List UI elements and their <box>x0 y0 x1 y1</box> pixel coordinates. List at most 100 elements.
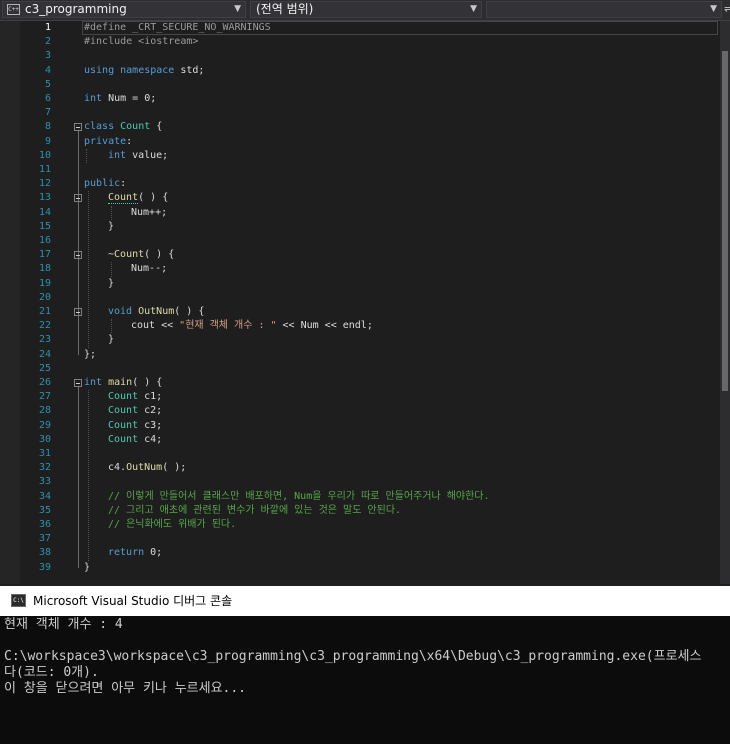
code-line[interactable]: 33 <box>0 475 720 489</box>
code-text: // 그리고 애초에 관련된 변수가 바깥에 있는 것은 말도 안된다. <box>108 504 401 518</box>
code-line[interactable]: 16 <box>0 234 720 248</box>
code-line[interactable]: 27 Count c1; <box>0 390 720 404</box>
line-number: 9 <box>44 135 51 147</box>
code-line[interactable]: 3 <box>0 49 720 63</box>
code-line[interactable]: 12 public: <box>0 177 720 191</box>
code-line[interactable]: 31 <box>0 447 720 461</box>
scope-dropdown[interactable]: (전역 범위) ▼ <box>250 1 482 18</box>
code-line[interactable]: 21 void OutNum( ) { <box>0 305 720 319</box>
code-line[interactable]: 39} <box>0 561 720 575</box>
code-line[interactable]: 5 <box>0 78 720 92</box>
code-line[interactable]: 17 ~Count( ) { <box>0 248 720 262</box>
code-line[interactable]: 11 <box>0 163 720 177</box>
code-line[interactable]: 38 return 0; <box>0 546 720 560</box>
member-dropdown[interactable]: ▼ <box>486 1 722 18</box>
line-number: 17 <box>38 249 51 261</box>
project-dropdown[interactable]: C++ c3_programming ▼ <box>2 1 246 18</box>
indent-guide <box>111 262 112 277</box>
code-text: return 0; <box>108 546 162 560</box>
code-line[interactable]: 4 using namespace std; <box>0 64 720 78</box>
code-line[interactable]: 25 <box>0 362 720 376</box>
collapse-icon[interactable] <box>74 194 82 203</box>
code-token: class <box>84 121 115 133</box>
code-token: ( ) { <box>132 377 163 388</box>
code-line[interactable]: 20 <box>0 291 720 305</box>
code-line[interactable]: 34 // 이렇게 만들어서 클래스만 배포하면, Num을 우리가 따로 만들어… <box>0 490 720 504</box>
code-token: public <box>84 178 121 190</box>
line-number: 27 <box>38 391 51 403</box>
chevron-down-icon: ▼ <box>234 4 241 14</box>
code-line[interactable]: 23} <box>0 333 720 347</box>
code-area[interactable]: 1 #define _CRT_SECURE_NO_WARNINGS 2 #includ… <box>0 21 720 584</box>
console-line: 다(코드: 0개). <box>4 665 99 680</box>
code-token: c2; <box>138 405 163 417</box>
code-line[interactable]: 22 cout << "현재 객체 개수 : " << Num << endl; <box>0 319 720 333</box>
code-token: ( ); <box>162 462 187 474</box>
code-line[interactable]: 1 #define _CRT_SECURE_NO_WARNINGS <box>0 21 720 35</box>
code-line[interactable]: 6 int Num = 0; <box>0 92 720 106</box>
collapse-icon[interactable] <box>74 379 82 387</box>
code-token: c3; <box>138 419 163 431</box>
code-text: #define _CRT_SECURE_NO_WARNINGS <box>84 21 271 35</box>
line-number: 24 <box>38 348 51 360</box>
code-line[interactable]: 2 #include <iostream> <box>0 35 720 49</box>
line-number: 29 <box>38 419 51 431</box>
line-number: 37 <box>38 533 51 545</box>
line-number: 1 <box>44 22 51 33</box>
collapse-icon[interactable] <box>74 251 82 260</box>
code-line[interactable]: 37 <box>0 532 720 546</box>
collapse-icon[interactable] <box>74 123 82 132</box>
line-number: 14 <box>38 206 51 218</box>
code-text: private: <box>84 135 132 149</box>
code-text: cout << "현재 객체 개수 : " << Num << endl; <box>131 319 373 333</box>
code-token: c4. <box>108 462 127 474</box>
console-window-title: Microsoft Visual Studio 디버그 콘솔 <box>33 594 233 608</box>
code-text: class Count { <box>84 120 162 134</box>
code-token: Num = 0; <box>102 93 157 104</box>
line-number: 6 <box>44 93 51 104</box>
code-token: #include <iostream> <box>84 36 199 48</box>
code-line[interactable]: 13 Count( ) { <box>0 191 720 205</box>
code-line[interactable]: 28 Count c2; <box>0 404 720 418</box>
code-line[interactable]: 9 private: <box>0 135 720 149</box>
code-token: 0; <box>144 547 163 559</box>
code-line[interactable]: 30 Count c4; <box>0 433 720 447</box>
navigation-bar: C++ c3_programming ▼ (전역 범위) ▼ ▼ ⇌ <box>0 0 730 21</box>
split-view-icon[interactable]: ⇌ <box>724 1 730 17</box>
code-line[interactable]: 19} <box>0 277 720 291</box>
line-number: 33 <box>38 476 51 488</box>
code-token: Count <box>114 249 145 261</box>
scope-value: (전역 범위) <box>256 2 314 16</box>
code-text: Count c1; <box>108 390 162 404</box>
console-line: C:\workspace3\workspace\c3_programming\c… <box>4 649 702 664</box>
code-token: main <box>108 377 133 388</box>
code-line[interactable]: 24}; <box>0 348 720 362</box>
vertical-scrollbar[interactable] <box>720 21 730 584</box>
line-number: 8 <box>44 121 51 133</box>
code-line[interactable]: 14 Num++; <box>0 206 720 220</box>
code-text: int main( ) { <box>84 376 162 390</box>
code-token: c4; <box>138 433 163 445</box>
code-line[interactable]: 18 Num--; <box>0 262 720 276</box>
outline-line <box>78 202 79 227</box>
console-output[interactable]: 현재 객체 개수 : 4 C:\workspace3\workspace\c3_p… <box>0 616 730 744</box>
scrollbar-thumb[interactable] <box>722 51 728 391</box>
code-token: private <box>84 135 127 147</box>
code-line[interactable]: 36 // 은닉화에도 위배가 된다. <box>0 518 720 532</box>
code-line[interactable]: 35 // 그리고 애초에 관련된 변수가 바깥에 있는 것은 말도 안된다. <box>0 504 720 518</box>
code-line[interactable]: 15} <box>0 220 720 234</box>
indent-guide <box>86 148 87 163</box>
code-line[interactable]: 29 Count c3; <box>0 419 720 433</box>
code-line[interactable]: 7 <box>0 106 720 120</box>
line-number: 20 <box>38 291 51 303</box>
code-line[interactable]: 10 int value; <box>0 149 720 163</box>
console-line: 현재 객체 개수 : 4 <box>4 617 123 632</box>
code-line[interactable]: 32 c4.OutNum( ); <box>0 461 720 475</box>
code-token: Count <box>120 121 151 133</box>
code-token: #define _CRT_SECURE_NO_WARNINGS <box>84 22 271 33</box>
code-text: ~Count( ) { <box>108 248 174 262</box>
code-line[interactable]: 8 class Count { <box>0 120 720 134</box>
collapse-icon[interactable] <box>74 308 82 316</box>
code-line[interactable]: 26 int main( ) { <box>0 376 720 390</box>
code-editor[interactable]: 1 #define _CRT_SECURE_NO_WARNINGS 2 #includ… <box>0 21 730 584</box>
